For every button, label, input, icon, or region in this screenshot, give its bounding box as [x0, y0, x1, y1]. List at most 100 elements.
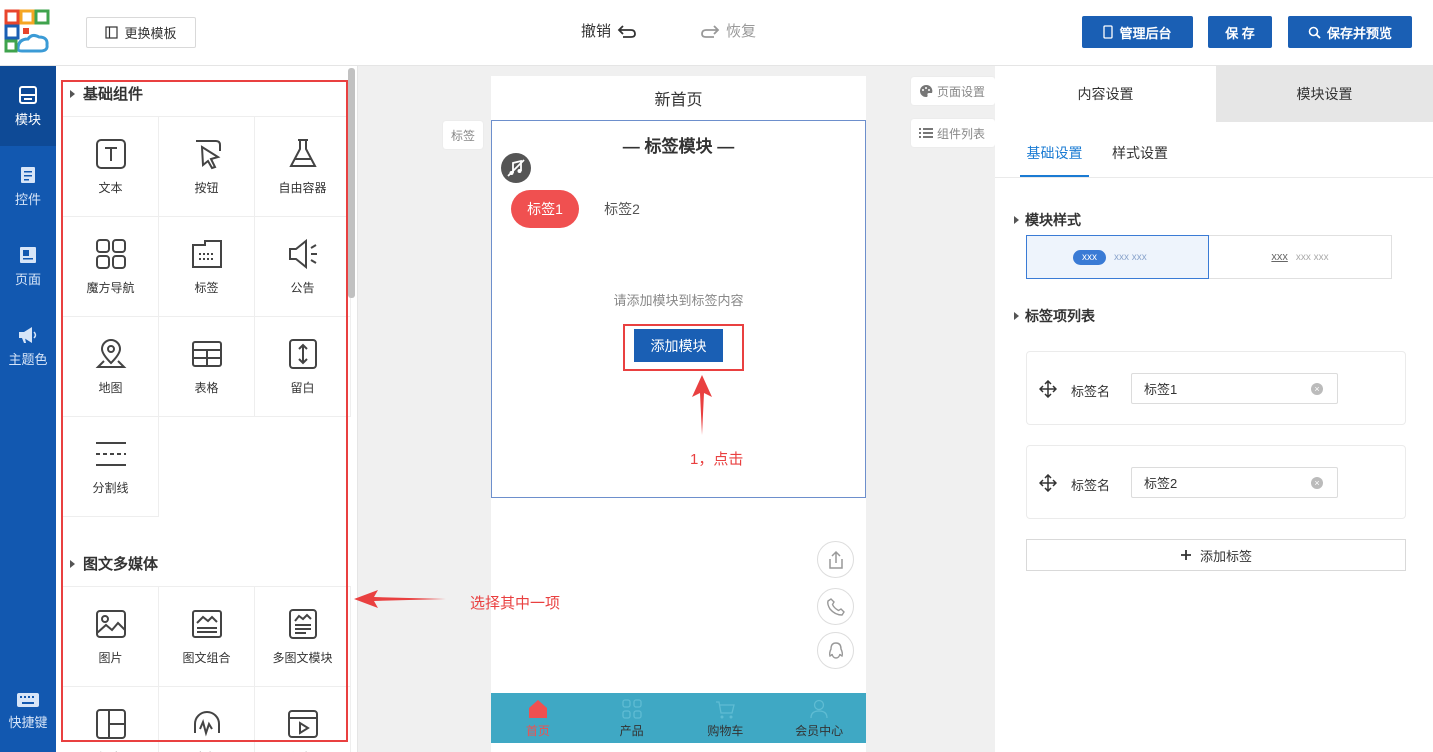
- list-icon: [919, 128, 933, 138]
- bottom-nav-label: 购物车: [707, 724, 744, 738]
- undo-icon: [617, 24, 636, 38]
- component-list-label: 组件列表: [937, 126, 986, 141]
- module-icon: [19, 85, 37, 104]
- tab-module-settings[interactable]: 模块设置: [1216, 66, 1433, 122]
- change-template-button[interactable]: 更换模板: [86, 17, 196, 48]
- page-settings-label: 页面设置: [937, 84, 986, 99]
- panel-scrollbar[interactable]: [348, 68, 355, 298]
- bottom-nav-home[interactable]: 首页: [491, 693, 585, 743]
- share-button[interactable]: [817, 541, 854, 578]
- section-tag-list-title: 标签项列表: [1025, 308, 1095, 324]
- bottom-nav-member[interactable]: 会员中心: [772, 693, 866, 743]
- move-icon[interactable]: [1039, 380, 1057, 398]
- style-underline-text: xxx: [1271, 251, 1288, 263]
- nav-item-widget[interactable]: 控件: [0, 146, 56, 226]
- search-icon: [1308, 26, 1321, 39]
- panel-highlight-box: [61, 80, 348, 742]
- undo-label: 撤销: [581, 23, 612, 40]
- caret-right-icon: [1014, 312, 1019, 320]
- bottom-nav-cart[interactable]: 购物车: [679, 693, 773, 743]
- annotation-arrow-up-icon: [692, 375, 712, 435]
- keyboard-icon: [17, 692, 39, 707]
- clear-icon[interactable]: ×: [1311, 477, 1323, 489]
- nav-item-page[interactable]: 页面: [0, 226, 56, 306]
- admin-label: 管理后台: [1119, 25, 1172, 41]
- phone-bottom-nav: 首页 产品 购物车 会员中心: [491, 693, 866, 743]
- side-tag-chip[interactable]: 标签: [443, 121, 483, 149]
- phone-page-title: 新首页: [654, 92, 703, 109]
- save-button[interactable]: 保 存: [1208, 16, 1272, 48]
- tag-name-value: 标签2: [1144, 476, 1178, 491]
- phone-icon: [826, 597, 845, 616]
- move-icon[interactable]: [1039, 474, 1057, 492]
- tag-name-value: 标签1: [1144, 382, 1178, 397]
- style-option-1[interactable]: xxx xxx xxx: [1026, 235, 1209, 279]
- subtab-style-settings[interactable]: 样式设置: [1106, 140, 1174, 177]
- clear-icon[interactable]: ×: [1311, 383, 1323, 395]
- add-tag-label: 添加标签: [1199, 548, 1252, 564]
- tab-content-settings[interactable]: 内容设置: [995, 66, 1216, 122]
- caret-right-icon: [1014, 216, 1019, 224]
- bottom-nav-label: 会员中心: [795, 724, 844, 738]
- style-sample-text: xxx xxx: [1295, 251, 1329, 263]
- page-settings-button[interactable]: 页面设置: [911, 77, 995, 105]
- tag-name-label: 标签名: [1071, 384, 1111, 399]
- admin-button[interactable]: 管理后台: [1082, 16, 1193, 48]
- style-option-2[interactable]: xxx xxx xxx: [1209, 235, 1392, 279]
- add-module-highlight-box: [623, 324, 744, 371]
- subtab-basic-settings[interactable]: 基础设置: [1020, 140, 1089, 177]
- tag-name-input[interactable]: 标签2 ×: [1131, 467, 1338, 498]
- nav-label: 页面: [14, 271, 41, 287]
- section-module-style-title: 模块样式: [1025, 212, 1081, 228]
- qq-icon: [828, 641, 843, 659]
- user-icon: [810, 699, 828, 719]
- style-sample-text: xxx xxx: [1114, 251, 1147, 263]
- bottom-nav-label: 产品: [619, 724, 644, 738]
- save-preview-button[interactable]: 保存并预览: [1288, 16, 1412, 48]
- annotation-click-text: 1，点击: [690, 451, 744, 468]
- style-pill: xxx: [1073, 249, 1106, 265]
- component-list-button[interactable]: 组件列表: [911, 119, 995, 147]
- tab-item-2[interactable]: 标签2: [594, 190, 650, 228]
- mobile-icon: [1103, 25, 1114, 39]
- palette-icon: [920, 84, 933, 97]
- share-icon: [828, 550, 843, 569]
- logo-icon: [4, 9, 50, 53]
- save-label: 保 存: [1225, 25, 1255, 41]
- shortcut-label: 快捷键: [8, 714, 48, 730]
- cart-icon: [716, 701, 736, 719]
- nav-label: 主题色: [8, 351, 48, 367]
- phone-call-button[interactable]: [817, 588, 854, 625]
- tag-name-input[interactable]: 标签1 ×: [1131, 373, 1338, 404]
- tab-module-block[interactable]: [491, 120, 866, 498]
- tag-item-card: 标签名 标签2 ×: [1026, 445, 1406, 519]
- megaphone-icon: [19, 326, 37, 343]
- redo-button[interactable]: 恢复: [700, 20, 756, 41]
- annotation-select-text: 选择其中一项: [470, 595, 561, 612]
- module-title: — 标签模块 —: [622, 137, 735, 156]
- tab-item-1[interactable]: 标签1: [511, 190, 579, 228]
- subtab-divider: [995, 177, 1433, 178]
- qq-button[interactable]: [817, 632, 854, 669]
- save-preview-label: 保存并预览: [1326, 25, 1392, 41]
- music-off-icon[interactable]: [501, 153, 531, 183]
- undo-button[interactable]: 撤销: [581, 20, 637, 41]
- bottom-nav-products[interactable]: 产品: [585, 693, 679, 743]
- section-module-style: 模块样式: [1014, 210, 1081, 230]
- redo-label: 恢复: [726, 23, 757, 40]
- left-nav: 模块 控件 页面 主题色 快捷键: [0, 66, 56, 752]
- side-tag-label: 标签: [450, 128, 475, 143]
- empty-tab-hint: 请添加模块到标签内容: [613, 293, 744, 308]
- redo-icon: [701, 24, 720, 38]
- nav-item-theme[interactable]: 主题色: [0, 306, 56, 386]
- nav-item-module[interactable]: 模块: [0, 66, 56, 146]
- annotation-arrow-left-icon: [354, 590, 446, 608]
- grid-icon: [621, 699, 642, 719]
- tag-name-label: 标签名: [1071, 478, 1111, 493]
- nav-label: 控件: [14, 191, 41, 207]
- add-tag-button[interactable]: 添加标签: [1026, 539, 1406, 571]
- plus-icon: [1180, 550, 1191, 560]
- template-icon: [105, 26, 119, 39]
- tag-item-card: 标签名 标签1 ×: [1026, 351, 1406, 425]
- nav-item-shortcut[interactable]: 快捷键: [0, 676, 56, 746]
